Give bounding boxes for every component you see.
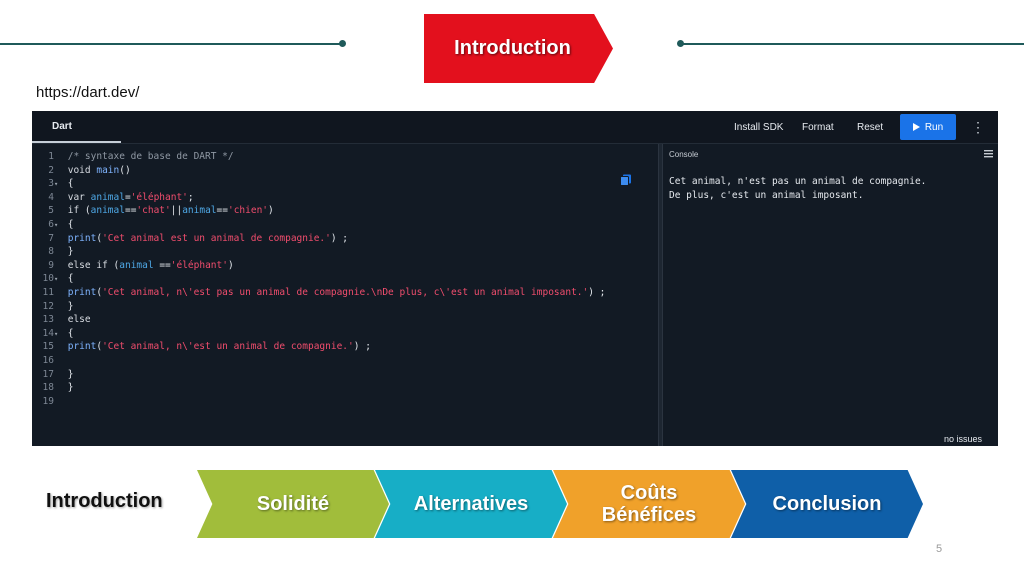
play-icon (912, 123, 920, 131)
line-number: 8 (48, 246, 54, 258)
code-line[interactable]: 3▾ { (32, 177, 605, 191)
line-number: 17 (42, 368, 54, 380)
slide-title: Introduction (454, 37, 571, 59)
line-number: 16 (42, 354, 54, 366)
editor-toolbar: Dart Install SDK Format Reset Run ⋮ (32, 111, 998, 144)
more-options-icon[interactable]: ⋮ (970, 111, 986, 143)
line-number: 2 (48, 164, 54, 176)
title-banner: Introduction (424, 14, 613, 83)
code-text[interactable]: void main() (68, 165, 131, 176)
line-number: 15 (42, 341, 54, 353)
console-line: Cet animal, n'est pas un animal de compa… (669, 176, 927, 187)
fold-arrow-icon[interactable]: ▾ (54, 219, 62, 233)
run-button-label: Run (924, 121, 944, 133)
fold-arrow-icon[interactable]: ▾ (54, 328, 62, 342)
copy-icon[interactable] (620, 174, 632, 186)
line-number: 14 (42, 327, 54, 339)
header-line-right (681, 43, 1024, 45)
code-line[interactable]: 17 } (32, 368, 605, 382)
code-text[interactable]: { (68, 328, 74, 339)
nav-current-section: Introduction (46, 490, 163, 512)
dartpad-editor: Dart Install SDK Format Reset Run ⋮ 1 /*… (32, 111, 998, 446)
code-line[interactable]: 5 if (animal=='chat'||animal=='chien') (32, 204, 605, 218)
code-line[interactable]: 14▾ { (32, 327, 605, 341)
format-button[interactable]: Format (802, 111, 834, 143)
line-number: 3 (48, 178, 54, 190)
code-text[interactable]: { (68, 178, 74, 189)
code-line[interactable]: 19 (32, 395, 605, 409)
line-number: 7 (48, 232, 54, 244)
console-output: Cet animal, n'est pas un animal de compa… (669, 175, 926, 202)
code-line[interactable]: 4 var animal='éléphant'; (32, 191, 605, 205)
nav-step-couts-benefices: Coûts Bénéfices (553, 470, 745, 538)
code-lines[interactable]: 1 /* syntaxe de base de DART */2 void ma… (32, 150, 606, 409)
issues-status[interactable]: no issues (944, 434, 982, 444)
code-text[interactable]: { (68, 219, 74, 230)
code-line[interactable]: 1 /* syntaxe de base de DART */ (32, 150, 605, 164)
header-dot-left (339, 40, 346, 47)
nav-step-couts-benefices-label: Coûts Bénéfices (601, 482, 697, 526)
code-text[interactable]: else (68, 314, 91, 325)
code-line[interactable]: 9 else if (animal =='éléphant') (32, 259, 605, 273)
code-pane[interactable]: 1 /* syntaxe de base de DART */2 void ma… (32, 144, 658, 446)
code-text[interactable]: print('Cet animal est un animal de compa… (68, 233, 348, 244)
code-text[interactable]: } (68, 382, 74, 393)
tab-dart[interactable]: Dart (32, 111, 121, 143)
nav-step-solidite: Solidité (197, 470, 389, 538)
fold-arrow-icon[interactable]: ▾ (54, 273, 62, 287)
console-clear-icon[interactable] (984, 149, 993, 158)
line-number: 4 (48, 191, 54, 203)
code-line[interactable]: 18 } (32, 381, 605, 395)
line-number: 18 (42, 382, 54, 394)
code-text[interactable]: /* syntaxe de base de DART */ (68, 151, 234, 162)
code-text[interactable]: print('Cet animal, n\'est pas un animal … (68, 287, 606, 298)
nav-step-alternatives: Alternatives (375, 470, 567, 538)
code-line[interactable]: 13 else (32, 313, 605, 327)
code-line[interactable]: 7 print('Cet animal est un animal de com… (32, 232, 605, 246)
line-number: 19 (42, 395, 54, 407)
console-line: De plus, c'est un animal imposant. (669, 189, 864, 201)
nav-step-conclusion: Conclusion (731, 470, 923, 538)
reset-button[interactable]: Reset (857, 111, 883, 143)
code-text[interactable]: if (animal=='chat'||animal=='chien') (68, 205, 274, 216)
code-line[interactable]: 11 print('Cet animal, n\'est pas un anim… (32, 286, 606, 300)
code-line[interactable]: 6▾ { (32, 218, 605, 232)
code-text[interactable]: print('Cet animal, n\'est un animal de c… (68, 341, 371, 352)
run-button[interactable]: Run (900, 114, 956, 140)
console-title: Console (669, 150, 699, 159)
code-line[interactable]: 15 print('Cet animal, n\'est un animal d… (32, 340, 605, 354)
line-number: 9 (48, 259, 54, 271)
line-number: 1 (48, 151, 54, 162)
header-line-left (0, 43, 342, 45)
fold-arrow-icon[interactable]: ▾ (54, 178, 62, 192)
install-sdk-button[interactable]: Install SDK (734, 111, 783, 143)
code-line[interactable]: 12 } (32, 300, 605, 314)
code-line[interactable]: 2 void main() (32, 164, 605, 178)
line-number: 10 (42, 273, 54, 285)
code-text[interactable]: else if (animal =='éléphant') (68, 260, 234, 271)
line-number: 13 (42, 314, 54, 326)
code-line[interactable]: 10▾ { (32, 272, 605, 286)
line-number: 6 (48, 218, 54, 230)
code-text[interactable]: } (68, 369, 74, 380)
console-pane: Console Cet animal, n'est pas un animal … (664, 144, 998, 446)
code-line[interactable]: 16 (32, 354, 605, 368)
code-line[interactable]: 8 } (32, 245, 605, 259)
source-url[interactable]: https://dart.dev/ (36, 84, 139, 101)
code-text[interactable]: var animal='éléphant'; (68, 192, 194, 203)
line-number: 11 (42, 286, 54, 298)
line-number: 5 (48, 205, 54, 217)
code-text[interactable]: } (68, 301, 74, 312)
code-text[interactable]: { (68, 273, 74, 284)
line-number: 12 (42, 300, 54, 312)
code-text[interactable]: } (68, 246, 74, 257)
page-number: 5 (936, 543, 943, 555)
pane-divider[interactable] (658, 144, 663, 446)
